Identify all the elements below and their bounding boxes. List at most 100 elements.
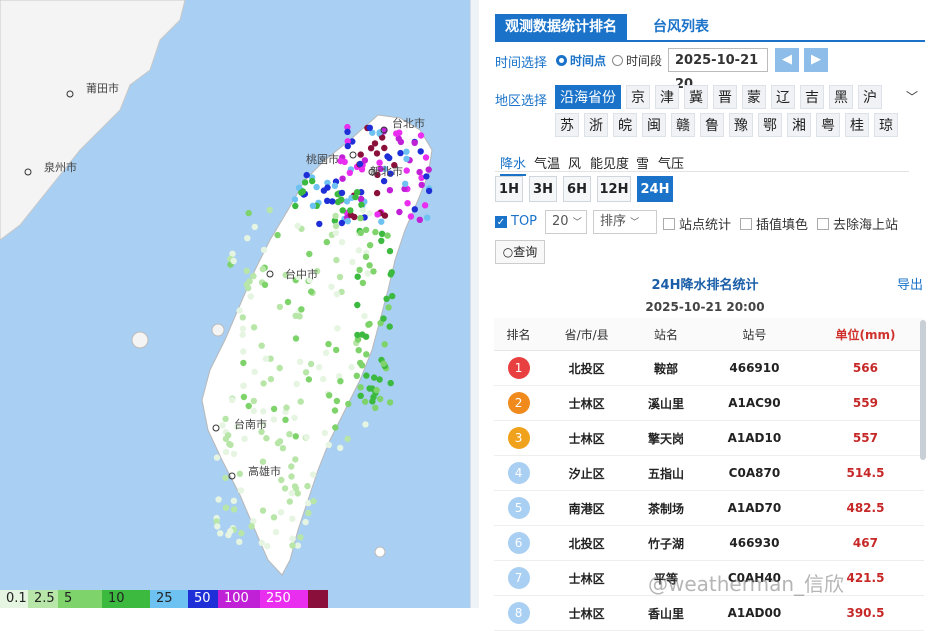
station-dot xyxy=(338,196,345,203)
region-button[interactable]: 津 xyxy=(655,85,679,109)
col-id[interactable]: 站号 xyxy=(701,318,807,351)
station-dot xyxy=(225,432,232,439)
region-button[interactable]: 赣 xyxy=(671,113,695,137)
station-dot xyxy=(276,303,284,311)
region-button[interactable]: 粤 xyxy=(816,113,840,137)
region-button[interactable]: 苏 xyxy=(555,113,579,137)
top-checkbox[interactable]: ✓ TOP xyxy=(495,214,537,229)
region-button[interactable]: 沪 xyxy=(858,85,882,109)
region-button[interactable]: 豫 xyxy=(729,113,753,137)
station-dot xyxy=(366,320,373,328)
next-time-button[interactable]: ▶ xyxy=(804,48,828,72)
table-row[interactable]: 3 士林区 擎天岗 A1AD10 557 xyxy=(494,420,924,456)
station-dot xyxy=(423,173,430,180)
region-button[interactable]: 蒙 xyxy=(742,85,766,109)
table-row[interactable]: 2 士林区 溪山里 A1AC90 559 xyxy=(494,385,924,421)
region-button[interactable]: 京 xyxy=(626,85,650,109)
prev-time-button[interactable]: ◀ xyxy=(775,48,799,72)
id-cell: C0A870 xyxy=(701,455,807,491)
map-canvas[interactable]: 莆田市 泉州市 台北市 新北市 桃園市 台中市 台南市 高雄市 xyxy=(0,0,470,608)
period-button[interactable]: 24H xyxy=(637,176,673,202)
station-dot xyxy=(279,445,287,452)
variable-tab[interactable]: 气压 xyxy=(658,153,684,172)
variable-tab[interactable]: 风 xyxy=(568,153,581,172)
station-dot xyxy=(288,473,295,480)
station-dot xyxy=(222,415,229,423)
variable-tab[interactable]: 能见度 xyxy=(590,153,629,172)
station-dot xyxy=(333,346,340,354)
station-dot xyxy=(309,471,317,478)
checkbox-icon xyxy=(740,217,752,230)
variable-tab[interactable]: 气温 xyxy=(534,153,560,172)
region-button[interactable]: 桂 xyxy=(845,113,869,137)
station-dot xyxy=(332,229,340,237)
station-dot xyxy=(341,158,348,166)
region-button[interactable]: 晋 xyxy=(713,85,737,109)
city-label: 台南市 xyxy=(234,417,267,431)
table-row[interactable]: 4 汐止区 五指山 C0A870 514.5 xyxy=(494,455,924,491)
interpolation-fill-checkbox[interactable]: 插值填色 xyxy=(740,214,808,233)
station-dot xyxy=(366,210,373,217)
station-dot xyxy=(357,195,365,203)
rainfall-map[interactable]: 莆田市 泉州市 台北市 新北市 桃園市 台中市 台南市 高雄市 0.1 2.5 5 1… xyxy=(0,0,470,608)
radio-time-point[interactable]: 时间点 xyxy=(556,52,606,69)
table-row[interactable]: 8 士林区 香山里 A1AD00 390.5 xyxy=(494,595,924,631)
station-dot xyxy=(386,247,394,255)
sort-select[interactable]: 排序 ﹀ xyxy=(593,210,657,234)
region-button[interactable]: 湘 xyxy=(787,113,811,137)
col-area[interactable]: 省/市/县 xyxy=(543,318,631,351)
radio-time-range[interactable]: 时间段 xyxy=(612,52,662,69)
station-dot xyxy=(372,404,379,411)
chevron-down-icon[interactable]: ﹀ xyxy=(906,88,918,105)
station-dot xyxy=(246,278,253,285)
station-dot xyxy=(403,167,410,174)
region-button[interactable]: 鲁 xyxy=(700,113,724,137)
region-button[interactable]: 浙 xyxy=(584,113,608,137)
station-dot xyxy=(344,218,351,225)
table-row[interactable]: 6 北投区 竹子湖 466930 467 xyxy=(494,525,924,561)
station-dot xyxy=(384,232,391,239)
col-rank[interactable]: 排名 xyxy=(494,318,544,351)
rank-cell: 5 xyxy=(494,490,544,526)
col-station[interactable]: 站名 xyxy=(630,318,702,351)
table-row[interactable]: 1 北投区 鞍部 466910 566 xyxy=(494,350,924,386)
top-count-select[interactable]: 20 ﹀ xyxy=(545,210,587,234)
region-button[interactable]: 辽 xyxy=(771,85,795,109)
col-value[interactable]: 单位(mm) xyxy=(806,318,924,351)
period-button[interactable]: 1H xyxy=(495,176,523,202)
station-dot xyxy=(378,237,385,244)
table-row[interactable]: 5 南港区 茶制场 A1AD70 482.5 xyxy=(494,490,924,526)
region-button[interactable]: 皖 xyxy=(613,113,637,137)
station-stats-checkbox[interactable]: 站点统计 xyxy=(663,214,731,233)
period-button[interactable]: 3H xyxy=(529,176,557,202)
export-link[interactable]: 导出 xyxy=(897,274,923,293)
region-button[interactable]: 鄂 xyxy=(758,113,782,137)
tab-typhoon-list[interactable]: 台风列表 xyxy=(643,14,719,40)
station-dot xyxy=(240,382,247,389)
date-input[interactable]: 2025-10-21 20 xyxy=(668,48,768,92)
region-button[interactable]: 冀 xyxy=(684,85,708,109)
station-dot xyxy=(324,197,331,204)
station-dot xyxy=(222,504,230,511)
area-cell: 士林区 xyxy=(543,595,631,631)
station-dot xyxy=(393,130,400,137)
table-scrollbar[interactable] xyxy=(920,320,926,460)
station-dot xyxy=(325,340,332,348)
tab-station-ranking[interactable]: 观测数据统计排名 xyxy=(495,14,627,40)
region-button[interactable]: 沿海省份 xyxy=(555,85,621,109)
remove-sea-stations-checkbox[interactable]: 去除海上站 xyxy=(817,214,898,233)
station-dot xyxy=(291,414,298,421)
variable-tab[interactable]: 降水 xyxy=(500,153,527,176)
station-dot xyxy=(288,489,295,497)
area-cell: 士林区 xyxy=(543,420,631,456)
period-button[interactable]: 12H xyxy=(597,176,631,202)
region-button[interactable]: 闽 xyxy=(642,113,666,137)
chevron-down-icon: ﹀ xyxy=(630,218,640,228)
variable-tab[interactable]: 雪 xyxy=(636,153,649,172)
station-dot xyxy=(386,187,394,194)
region-button[interactable]: 黑 xyxy=(829,85,853,109)
period-button[interactable]: 6H xyxy=(563,176,591,202)
region-button[interactable]: 吉 xyxy=(800,85,824,109)
region-button[interactable]: 琼 xyxy=(874,113,898,137)
query-button[interactable]: ○查询 xyxy=(495,240,545,264)
